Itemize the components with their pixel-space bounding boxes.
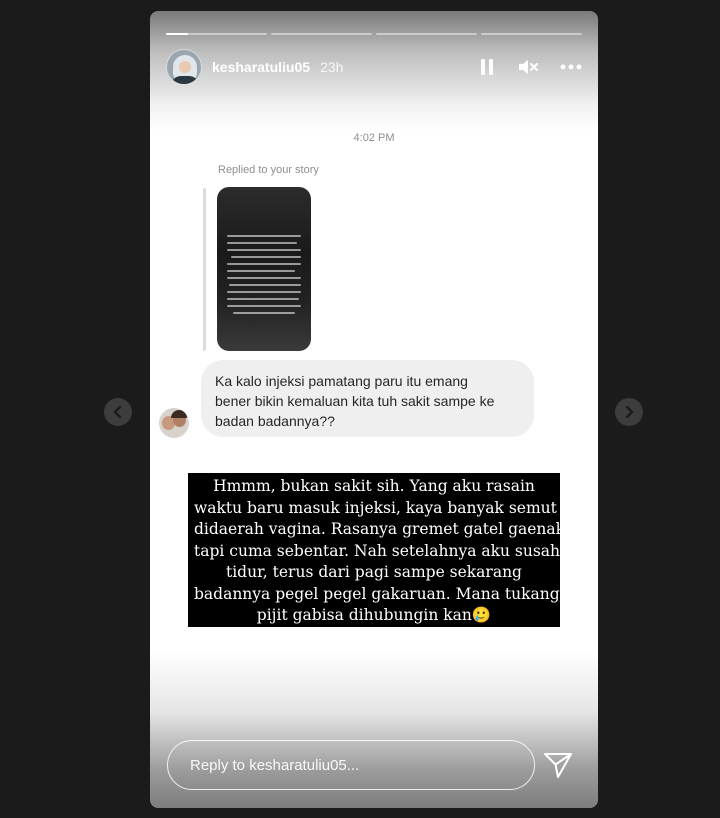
story-viewer: kesharatuliu05 23h 4:02 PM Replied to yo… <box>150 11 598 808</box>
username[interactable]: kesharatuliu05 <box>212 59 310 75</box>
caption-line: tapi cuma sebentar. Nah setelahnya aku s… <box>194 541 561 560</box>
more-options-icon <box>560 64 582 70</box>
caption-line: tidur, terus dari pagi sampe sekarang <box>226 563 522 581</box>
caption-line: Hmmm, bukan sakit sih. Yang aku rasain <box>213 477 535 495</box>
story-header: kesharatuliu05 23h <box>166 49 582 85</box>
sender-avatar[interactable] <box>159 408 189 438</box>
story-caption: Hmmm, bukan sakit sih. Yang aku rasain w… <box>188 473 566 627</box>
story-progress-fill <box>166 33 189 35</box>
more-options-button[interactable] <box>560 56 582 78</box>
pause-button[interactable] <box>476 56 498 78</box>
reply-input[interactable] <box>190 756 512 774</box>
replied-to-story-label: Replied to your story <box>218 164 319 176</box>
reply-input-container[interactable] <box>167 740 535 790</box>
caption-line: badannya pegel pegel gakaruan. Mana tuka… <box>194 584 560 603</box>
previous-story-button[interactable] <box>104 398 132 426</box>
send-icon <box>544 753 572 778</box>
message-bubble: Ka kalo injeksi pamatang paru itu emang … <box>201 360 534 437</box>
story-timestamp: 23h <box>320 59 344 75</box>
reply-indicator-bar <box>203 188 206 351</box>
send-button[interactable] <box>543 751 573 779</box>
story-progress-bar <box>166 33 582 35</box>
chevron-right-icon <box>625 406 634 418</box>
caption-line: waktu baru masuk injeksi, kaya banyak se… <box>194 498 557 517</box>
volume-muted-icon <box>519 60 538 74</box>
story-progress-segment <box>481 33 582 35</box>
message-line: badan badannya?? <box>215 413 335 429</box>
story-progress-segment <box>271 33 372 35</box>
pause-icon <box>481 59 493 75</box>
message-line: Ka kalo injeksi pamatang paru itu emang <box>215 373 468 389</box>
caption-line: pijit gabisa dihubungin kan🥲 <box>256 606 492 624</box>
message-line: bener bikin kemaluan kita tuh sakit samp… <box>215 393 495 409</box>
story-progress-segment <box>166 33 267 35</box>
avatar[interactable] <box>166 49 202 85</box>
message-timestamp: 4:02 PM <box>353 132 395 144</box>
story-progress-segment <box>376 33 477 35</box>
next-story-button[interactable] <box>615 398 643 426</box>
replied-story-thumbnail[interactable] <box>217 187 311 351</box>
mute-button[interactable] <box>518 56 540 78</box>
chevron-left-icon <box>113 406 122 418</box>
caption-line: didaerah vagina. Rasanya gremet gatel ga… <box>194 520 566 538</box>
